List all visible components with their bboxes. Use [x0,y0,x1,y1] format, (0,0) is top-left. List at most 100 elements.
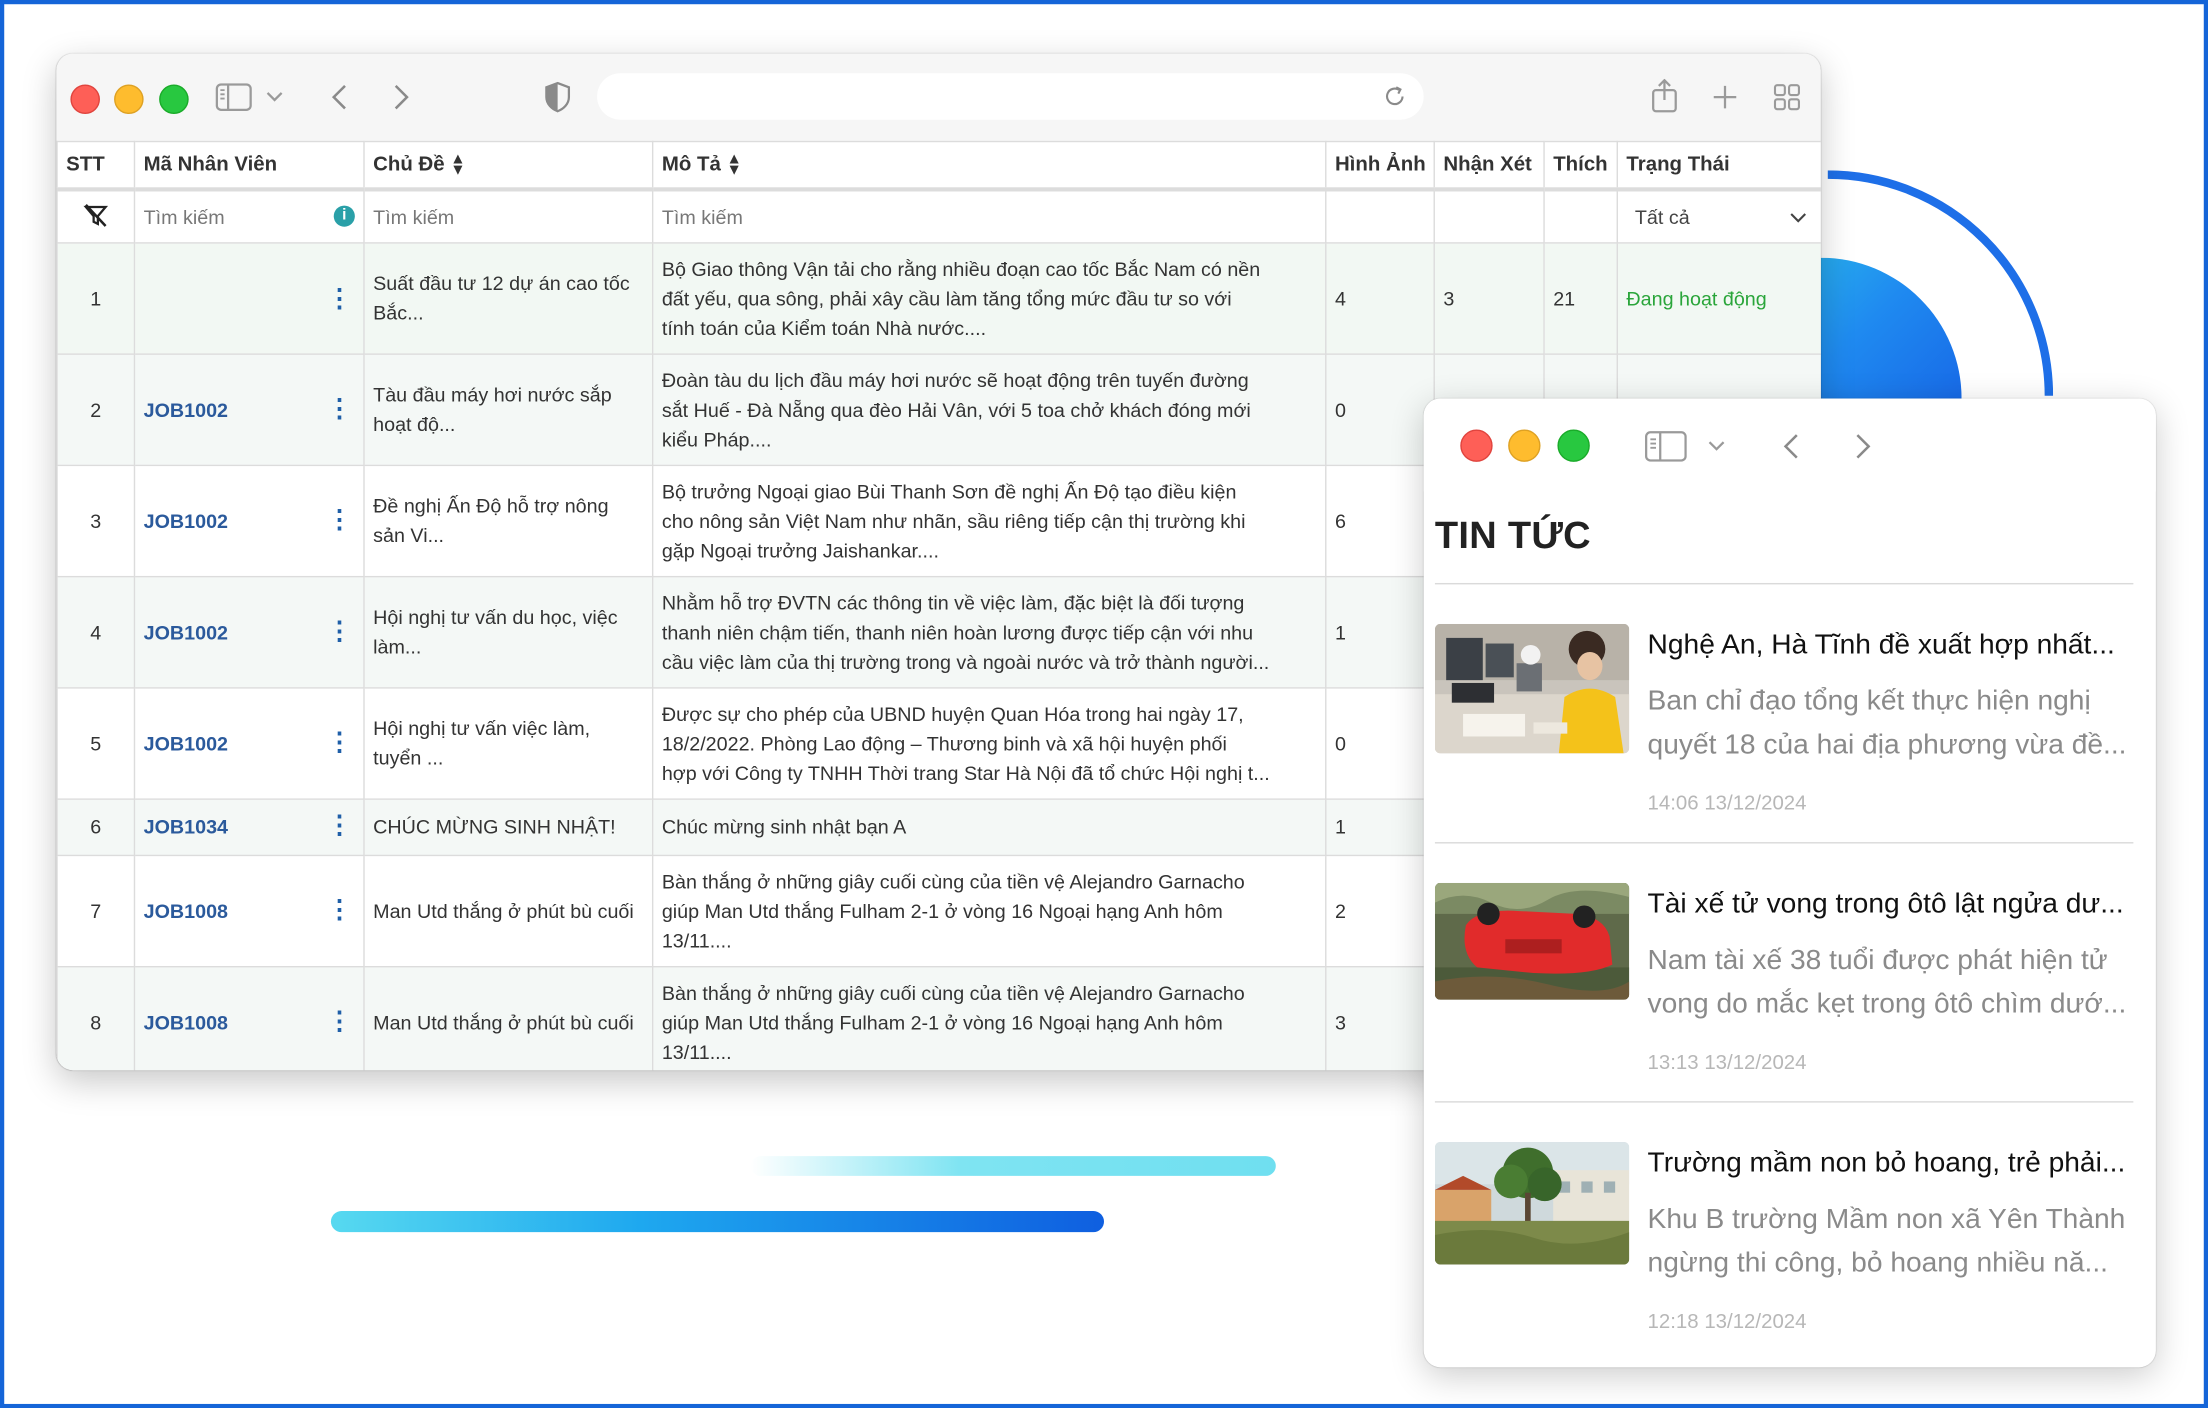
topic-cell[interactable]: Hội nghị tư vấn du học, việc làm... [363,575,654,689]
row-number: 7 [56,854,136,968]
row-actions-kebab-icon[interactable]: ⋮ [327,506,352,531]
description-line: hợp với Công ty TNHH Thời trang Star Hà … [661,761,1270,784]
column-header-likes[interactable]: Thích [1543,140,1618,192]
chevron-down-icon[interactable] [265,87,285,107]
news-article-card[interactable]: Trường mầm non bỏ hoang, trẻ phải... Khu… [1434,1142,2139,1367]
employee-code-link[interactable]: JOB1008 [144,899,228,922]
employee-code-link[interactable]: JOB1002 [144,620,228,643]
zoom-window-button[interactable] [1557,429,1590,462]
clear-filter-cell[interactable] [56,188,136,244]
description-line: Đoàn tàu du lịch đầu máy hơi nước sẽ hoạ… [661,368,1249,391]
description-line: kiểu Pháp.... [661,427,772,450]
employee-code-cell[interactable]: ⋮ JOB1002 [133,575,365,689]
row-actions-kebab-icon[interactable]: ⋮ [327,395,352,420]
address-bar[interactable] [597,73,1424,120]
topic-search-input[interactable]: Tìm kiếm [363,188,654,244]
description-line: Chúc mừng sinh nhật bạn A [661,815,907,838]
table-header-row: STT Mã Nhân Viên Chủ Đề ▲ ▼ Mô Tả ▲ ▼ Hình Ả… [56,140,1821,192]
description-line: Nhằm hỗ trợ ĐVTN các thông tin về việc l… [661,590,1245,614]
row-number: 3 [56,464,136,578]
description-cell: Chúc mừng sinh nhật bạn A [651,798,1327,857]
topic-cell[interactable]: Man Utd thắng ở phút bù cuối [363,854,654,968]
minimize-window-button[interactable] [114,84,144,115]
news-divider [1434,1101,2134,1103]
employee-code-search-cell[interactable]: Tìm kiếm i [133,188,365,244]
description-line: 18/2/2022. Phòng Lao động – Thương binh … [661,731,1227,755]
tab-overview-grid-icon[interactable] [1771,82,1802,113]
sort-icon[interactable]: ▲ ▼ [726,151,741,178]
sidebar-toggle-icon[interactable] [1645,429,1687,463]
row-number: 5 [56,687,136,800]
employee-code-cell[interactable]: ⋮ JOB1002 [133,464,365,578]
zoom-window-button[interactable] [159,84,189,115]
column-header-comments[interactable]: Nhận Xét [1433,140,1545,192]
row-actions-kebab-icon[interactable]: ⋮ [327,1008,352,1033]
news-divider [1434,582,2134,585]
description-cell: Bộ Giao thông Vận tải cho rằng nhiều đoạ… [651,242,1327,355]
new-tab-plus-icon[interactable] [1710,82,1741,113]
back-arrow-icon[interactable] [327,82,352,113]
clear-filter-icon[interactable] [83,203,109,232]
employee-code-cell[interactable]: ⋮ JOB1008 [133,854,365,968]
employee-code-link[interactable]: JOB1002 [144,398,228,421]
employee-code-link[interactable]: JOB1002 [144,732,228,755]
employee-code-link[interactable]: JOB1034 [144,815,228,838]
share-icon[interactable] [1648,77,1682,114]
info-icon[interactable]: i [333,205,355,227]
topic-cell[interactable]: Hội nghị tư vấn việc làm, tuyển ... [363,687,654,800]
images-count-cell: 2 [1325,854,1435,968]
privacy-shield-icon[interactable] [542,80,573,114]
column-header-employee-code[interactable]: Mã Nhân Viên [133,140,365,192]
status-filter-cell[interactable]: Tất cả [1616,188,1821,244]
column-header-topic[interactable]: Chủ Đề ▲ ▼ [363,140,654,192]
employee-code-cell[interactable]: ⋮ [133,242,365,355]
minimize-window-button[interactable] [1508,429,1541,462]
topic-cell[interactable]: Tàu đầu máy hơi nước sắp hoạt độ... [363,353,654,467]
news-article-title[interactable]: Tài xế tử vong trong ôtô lật ngửa dư... [1648,889,2134,921]
employee-code-cell[interactable]: ⋮ JOB1008 [133,965,365,1071]
forward-arrow-icon[interactable] [389,82,414,113]
sidebar-toggle-icon[interactable] [215,82,252,113]
likes-count-cell: 21 [1543,242,1618,355]
chevron-down-icon[interactable] [1707,437,1727,457]
topic-cell[interactable]: Man Utd thắng ở phút bù cuối [363,965,654,1071]
description-line: Bộ trưởng Ngoại giao Bùi Thanh Sơn đề ng… [661,479,1237,503]
row-actions-kebab-icon[interactable]: ⋮ [327,286,352,311]
topic-cell[interactable]: Đề nghị Ấn Độ hỗ trợ nông sản Vi... [363,464,654,578]
close-window-button[interactable] [1460,429,1493,462]
news-article-card[interactable]: Nghệ An, Hà Tĩnh đề xuất hợp nhất... Ban… [1434,623,2139,863]
description-line: cho nông sản Việt Nam như nhãn, sầu riên… [661,509,1246,532]
employee-code-cell[interactable]: ⋮ JOB1034 [133,798,365,857]
description-search-input[interactable]: Tìm kiếm [651,188,1327,244]
employee-code-link[interactable]: JOB1008 [144,1010,228,1033]
description-line: gặp Ngoại trưởng Jaishankar.... [661,538,939,562]
row-actions-kebab-icon[interactable]: ⋮ [327,813,352,838]
news-thumbnail-school [1434,1142,1630,1265]
description-line: Được sự cho phép của UBND huyện Quan Hóa… [661,701,1244,725]
status-filter-select[interactable]: Tất cả [1626,206,1812,228]
employee-code-link[interactable]: JOB1002 [144,509,228,532]
employee-code-cell[interactable]: ⋮ JOB1002 [133,687,365,800]
back-arrow-icon[interactable] [1779,429,1804,463]
row-actions-kebab-icon[interactable]: ⋮ [327,617,352,642]
row-actions-kebab-icon[interactable]: ⋮ [327,729,352,754]
table-row[interactable]: 1 ⋮ Suất đầu tư 12 dự án cao tốc Bắc... Bộ … [56,242,1821,355]
column-header-status[interactable]: Trạng Thái [1616,140,1821,192]
row-number: 1 [56,242,136,355]
close-window-button[interactable] [70,84,100,115]
news-article-title[interactable]: Nghệ An, Hà Tĩnh đề xuất hợp nhất... [1648,629,2134,661]
topic-cell[interactable]: Suất đầu tư 12 dự án cao tốc Bắc... [363,242,654,355]
row-actions-kebab-icon[interactable]: ⋮ [327,896,352,921]
column-header-images[interactable]: Hình Ảnh [1325,140,1435,192]
news-article-title[interactable]: Trường mầm non bỏ hoang, trẻ phải... [1648,1148,2134,1180]
employee-code-cell[interactable]: ⋮ JOB1002 [133,353,365,467]
news-article-card[interactable]: Tài xế tử vong trong ôtô lật ngửa dư... … [1434,882,2139,1122]
topic-cell[interactable]: CHÚC MỪNG SINH NHẬT! [363,798,654,857]
reload-icon[interactable] [1381,83,1406,108]
forward-arrow-icon[interactable] [1850,429,1875,463]
employee-code-search-input[interactable]: Tìm kiếm [144,206,225,229]
description-line: Bàn thắng ở những giây cuối cùng của tiề… [661,869,1245,893]
column-header-description[interactable]: Mô Tả ▲ ▼ [651,140,1327,192]
sort-icon[interactable]: ▲ ▼ [450,151,465,178]
images-count-cell: 4 [1325,242,1435,355]
